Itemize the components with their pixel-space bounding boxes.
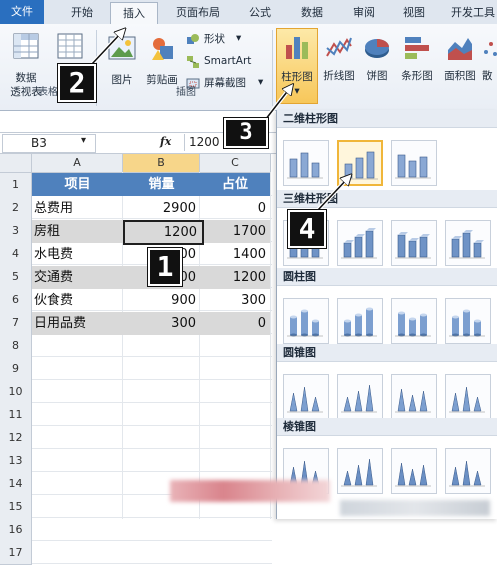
row-header[interactable]: 17 (0, 541, 32, 565)
grid-line (32, 540, 272, 541)
callout-badge-1: 1 (148, 248, 182, 286)
callout-badge-4: 4 (288, 210, 326, 248)
row-header[interactable]: 16 (0, 518, 32, 542)
callout-badge-3: 3 (224, 118, 268, 148)
grid-line (32, 563, 272, 564)
callout-badge-2: 2 (58, 64, 96, 102)
